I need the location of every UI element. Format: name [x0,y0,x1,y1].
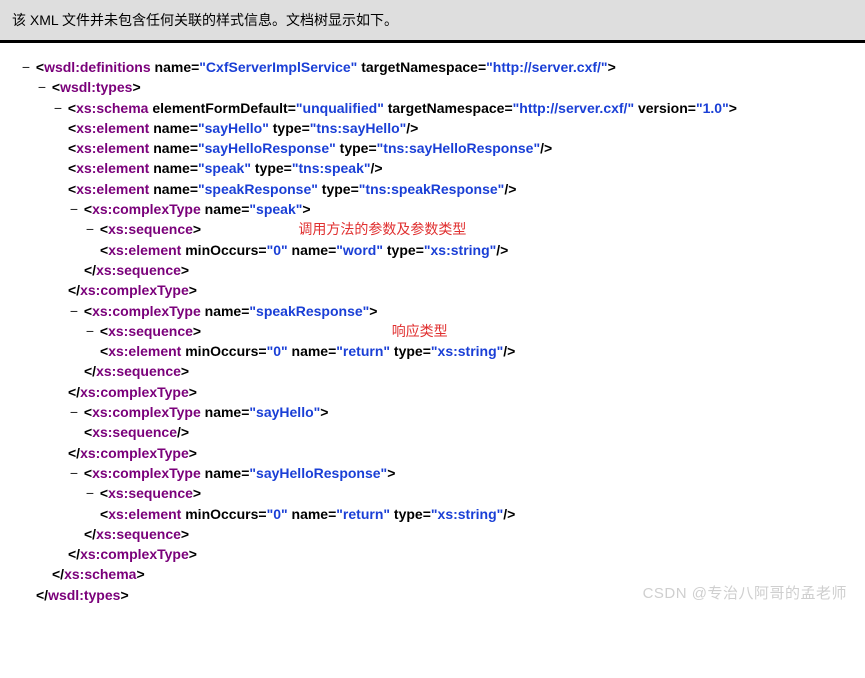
attr-name: targetNamespace [361,59,478,75]
xml-row: <xs:element minOccurs="0" name="return" … [6,504,859,524]
xml-row: <xs:sequence/> [6,422,859,442]
xml-row: </xs:sequence> [6,524,859,544]
xml-row: </xs:sequence> [6,361,859,381]
toggle-icon[interactable]: − [68,402,80,422]
attr-value: "CxfServerImplService" [199,59,357,75]
xml-row: − <xs:sequence> 响应类型 [6,321,859,341]
toggle-icon[interactable]: − [36,77,48,97]
tag-name: wsdl:definitions [44,59,151,75]
xml-tree: − <wsdl:definitions name="CxfServerImplS… [0,43,865,615]
toggle-icon[interactable]: − [68,301,80,321]
xml-row: − <xs:complexType name="speakResponse"> [6,301,859,321]
xml-row: <xs:element name="speakResponse" type="t… [6,179,859,199]
xml-row: </xs:complexType> [6,382,859,402]
toggle-icon[interactable]: − [84,483,96,503]
watermark: CSDN @专治八阿哥的孟老师 [643,583,847,605]
xml-row: − <xs:complexType name="sayHelloResponse… [6,463,859,483]
annotation: 响应类型 [392,323,448,339]
annotation: 调用方法的参数及参数类型 [298,221,466,237]
toggle-icon[interactable]: − [84,219,96,239]
toggle-icon[interactable]: − [20,57,32,77]
xml-row: − <xs:sequence> [6,483,859,503]
toggle-icon[interactable]: − [68,199,80,219]
tag-name: wsdl:types [60,79,132,95]
xml-row: <xs:element minOccurs="0" name="word" ty… [6,240,859,260]
toggle-icon[interactable]: − [68,463,80,483]
bracket: < [36,59,44,75]
xml-row: <xs:element name="sayHelloResponse" type… [6,138,859,158]
xml-row: </xs:sequence> [6,260,859,280]
info-banner: 该 XML 文件并未包含任何关联的样式信息。文档树显示如下。 [0,0,865,43]
xml-row: − <xs:complexType name="speak"> [6,199,859,219]
toggle-icon[interactable]: − [52,98,64,118]
xml-row: − <xs:schema elementFormDefault="unquali… [6,98,859,118]
xml-row: </xs:complexType> [6,280,859,300]
xml-row: − <wsdl:definitions name="CxfServerImplS… [6,57,859,77]
xml-row: − <xs:sequence> 调用方法的参数及参数类型 [6,219,859,239]
xml-row: <xs:element name="speak" type="tns:speak… [6,158,859,178]
info-text: 该 XML 文件并未包含任何关联的样式信息。文档树显示如下。 [12,12,398,28]
toggle-icon[interactable]: − [84,321,96,341]
xml-row: <xs:element name="sayHello" type="tns:sa… [6,118,859,138]
xml-row: <xs:element minOccurs="0" name="return" … [6,341,859,361]
xml-row: </xs:complexType> [6,544,859,564]
tag-name: xs:schema [76,100,148,116]
attr-name: name [155,59,192,75]
xml-row: </xs:schema> [6,564,859,584]
xml-row: </xs:complexType> [6,443,859,463]
xml-row: − <wsdl:types> [6,77,859,97]
attr-value: "http://server.cxf/" [486,59,607,75]
xml-row: − <xs:complexType name="sayHello"> [6,402,859,422]
